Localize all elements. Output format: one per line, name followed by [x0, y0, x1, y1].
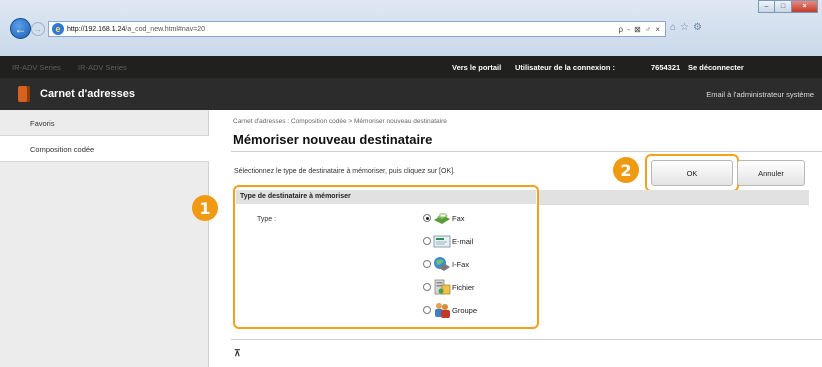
option-label-fax: Fax [452, 213, 465, 223]
option-label-group: Groupe [452, 305, 478, 315]
ifax-icon [433, 256, 451, 272]
option-label-ifax: I-Fax [452, 259, 470, 269]
favorites-star-icon[interactable]: ☆ [680, 22, 693, 33]
option-label-file: Fichier [452, 282, 475, 292]
close-window-button[interactable]: × [792, 0, 818, 13]
window-controls: – □ × [758, 0, 818, 13]
option-file[interactable]: Fichier [423, 277, 475, 297]
section-highlight-frame [233, 185, 539, 329]
section-header-extension [539, 190, 809, 204]
file-server-icon [433, 279, 451, 295]
email-icon [433, 233, 451, 249]
address-bar-controls[interactable]: ρ - ⊠ ♂ × [619, 25, 665, 34]
minimize-button[interactable]: – [758, 0, 775, 13]
login-user-value: 7654321 [651, 63, 681, 72]
browser-toolbar-icons: ⌂☆⚙ [670, 22, 706, 33]
page-title: Mémoriser nouveau destinataire [233, 132, 433, 147]
breadcrumb: Carnet d'adresses : Composition codée > … [233, 118, 447, 125]
top-dark-bar: IR-ADV Series IR-ADV Series Vers le port… [0, 56, 822, 78]
footer-divider [231, 339, 822, 340]
arrow-left-icon: ← [14, 21, 27, 36]
forward-button[interactable]: → [31, 22, 45, 36]
ok-button[interactable]: OK [651, 160, 733, 186]
app-title: Carnet d'adresses [40, 88, 135, 100]
address-bar[interactable]: e http://192.168.1.24/a_cod_new.html#nav… [48, 21, 666, 37]
ie-page-icon: e [52, 23, 64, 35]
option-group[interactable]: Groupe [423, 300, 477, 320]
title-divider [231, 151, 822, 152]
option-label-email: E-mail [452, 236, 474, 246]
option-email[interactable]: E-mail [423, 231, 473, 251]
instruction-text: Sélectionnez le type de destinataire à m… [234, 168, 455, 175]
url-text[interactable]: http://192.168.1.24/a_cod_new.html#nav=2… [67, 26, 205, 33]
arrow-right-icon: → [34, 24, 42, 34]
settings-gear-icon[interactable]: ⚙ [693, 22, 706, 33]
option-ifax[interactable]: I-Fax [423, 254, 469, 274]
sidebar-item-favorites[interactable]: Favoris [0, 110, 208, 136]
back-to-top-icon[interactable]: ⊼ [234, 348, 241, 359]
callout-marker-2: 2 [613, 157, 639, 183]
radio-fax[interactable] [423, 214, 431, 222]
address-book-icon [18, 86, 30, 102]
login-user-label: Utilisateur de la connexion : [515, 63, 616, 72]
radio-email[interactable] [423, 237, 431, 245]
radio-group[interactable] [423, 306, 431, 314]
device-series: IR-ADV Series [78, 63, 127, 72]
back-button[interactable]: ← [10, 18, 31, 39]
home-icon[interactable]: ⌂ [670, 22, 680, 33]
mail-admin-link[interactable]: Email à l'administrateur système [706, 90, 814, 99]
maximize-button[interactable]: □ [775, 0, 792, 13]
logout-link[interactable]: Se déconnecter [688, 63, 744, 72]
type-label: Type : [257, 216, 277, 223]
sidebar-item-coded-dial[interactable]: Composition codée [0, 136, 209, 162]
device-name: IR-ADV Series [12, 63, 61, 72]
fax-icon [433, 210, 451, 226]
group-icon [433, 302, 451, 318]
section-divider [539, 204, 809, 205]
cancel-button[interactable]: Annuler [737, 160, 805, 186]
app-title-bar: Carnet d'adresses Email à l'administrate… [0, 78, 822, 110]
callout-marker-1: 1 [192, 195, 218, 221]
option-fax[interactable]: Fax [423, 208, 465, 228]
main-panel: Carnet d'adresses : Composition codée > … [209, 110, 822, 367]
radio-ifax[interactable] [423, 260, 431, 268]
radio-file[interactable] [423, 283, 431, 291]
portal-link[interactable]: Vers le portail [452, 63, 501, 72]
browser-chrome: – □ × ← → e http://192.168.1.24/a_cod_ne… [0, 0, 822, 56]
sidebar: Favoris Composition codée [0, 110, 209, 367]
